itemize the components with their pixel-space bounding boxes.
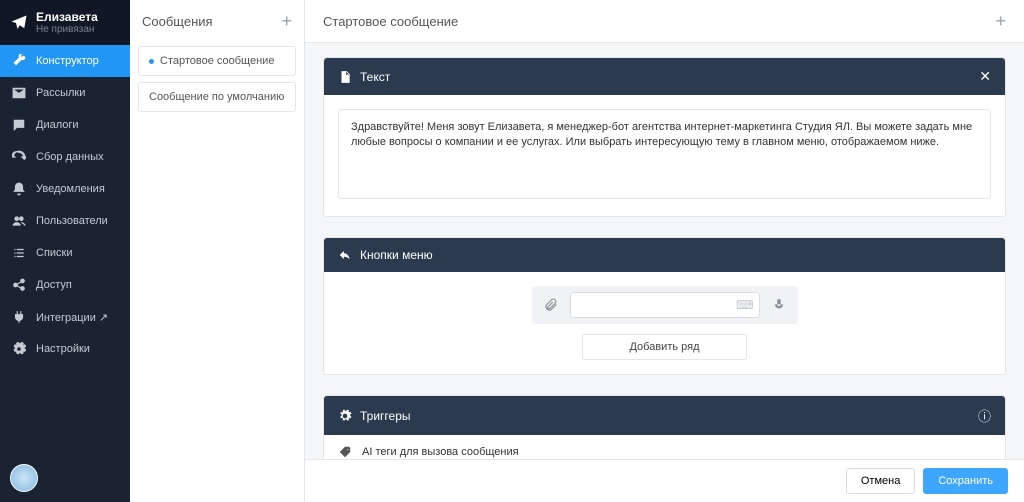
triggers-card-title: Триггеры [360, 409, 411, 423]
attachment-icon[interactable] [538, 292, 564, 318]
tag-icon [338, 445, 352, 459]
sidebar-item-users[interactable]: Пользователи [0, 205, 130, 237]
plug-icon [12, 310, 26, 324]
ai-tags-label: AI теги для вызова сообщения [362, 446, 519, 458]
sidebar-item-share[interactable]: Доступ [0, 269, 130, 301]
gear-icon [12, 342, 26, 356]
list-icon [12, 246, 26, 260]
menu-row: ⌨ [338, 286, 991, 324]
sidebar-item-label: Доступ [36, 279, 72, 291]
info-icon[interactable]: ⓘ [978, 406, 991, 425]
sidebar-item-label: Списки [36, 247, 73, 259]
gear-icon [338, 409, 352, 423]
close-icon[interactable]: ✕ [979, 68, 991, 85]
message-list-item[interactable]: Стартовое сообщение [138, 46, 296, 76]
bot-name: Елизавета [36, 10, 98, 24]
cancel-button[interactable]: Отмена [846, 468, 915, 494]
message-item-label: Стартовое сообщение [160, 55, 274, 67]
keyboard-icon: ⌨ [736, 298, 753, 312]
triggers-card-header: Триггеры ⓘ [324, 396, 1005, 435]
main: Стартовое сообщение + Текст ✕ Кнопки м [305, 0, 1024, 502]
sidebar-item-label: Пользователи [36, 215, 108, 227]
content: Текст ✕ Кнопки меню [305, 43, 1024, 502]
save-button[interactable]: Сохранить [923, 468, 1008, 494]
main-header: Стартовое сообщение + [305, 0, 1024, 43]
menu-card-title: Кнопки меню [360, 248, 433, 262]
mail-icon [12, 86, 26, 100]
sidebar-header: Елизавета Не привязан [0, 0, 130, 45]
footer: Отмена Сохранить [305, 459, 1024, 502]
message-item-label: Сообщение по умолчанию [149, 91, 284, 103]
users-icon [12, 214, 26, 228]
menu-card: Кнопки меню ⌨ [323, 237, 1006, 375]
bell-icon [12, 182, 26, 196]
sidebar-footer [0, 454, 130, 502]
sidebar-item-label: Уведомления [36, 183, 105, 195]
messages-title: Сообщения [142, 14, 213, 29]
add-message-button[interactable]: + [281, 12, 292, 30]
sidebar-item-label: Конструктор [36, 55, 99, 67]
avatar[interactable] [10, 464, 38, 492]
menu-card-header: Кнопки меню [324, 238, 1005, 272]
sidebar-item-gear[interactable]: Настройки [0, 333, 130, 365]
sidebar-item-cycle[interactable]: Сбор данных [0, 141, 130, 173]
messages-column: Сообщения + Стартовое сообщение Сообщение… [130, 0, 305, 502]
bot-status: Не привязан [36, 24, 98, 35]
sidebar: Елизавета Не привязан Конструктор Рассылк… [0, 0, 130, 502]
message-text-input[interactable] [338, 109, 991, 199]
reply-icon [338, 248, 352, 262]
sidebar-item-wrench[interactable]: Конструктор [0, 45, 130, 77]
cycle-icon [12, 150, 26, 164]
text-card-header: Текст ✕ [324, 58, 1005, 95]
text-card-title: Текст [360, 70, 390, 84]
text-card: Текст ✕ [323, 57, 1006, 217]
sidebar-item-chat[interactable]: Диалоги [0, 109, 130, 141]
message-list-item[interactable]: Сообщение по умолчанию [138, 82, 296, 112]
telegram-icon [10, 14, 28, 32]
sidebar-item-label: Сбор данных [36, 151, 104, 163]
sidebar-item-bell[interactable]: Уведомления [0, 173, 130, 205]
page-title: Стартовое сообщение [323, 14, 458, 29]
sidebar-item-mail[interactable]: Рассылки [0, 77, 130, 109]
chat-icon [12, 118, 26, 132]
sidebar-item-label: Интеграции ↗ [36, 311, 108, 324]
microphone-icon[interactable] [766, 292, 792, 318]
sidebar-item-label: Рассылки [36, 87, 85, 99]
sidebar-item-plug[interactable]: Интеграции ↗ [0, 301, 130, 333]
sidebar-item-label: Настройки [36, 343, 90, 355]
sidebar-item-label: Диалоги [36, 119, 79, 131]
add-row-button[interactable]: Добавить ряд [582, 334, 746, 360]
sidebar-item-list[interactable]: Списки [0, 237, 130, 269]
active-dot [149, 59, 154, 64]
add-block-button[interactable]: + [995, 12, 1006, 30]
document-icon [338, 70, 352, 84]
menu-button-input[interactable] [570, 292, 760, 318]
messages-header: Сообщения + [130, 0, 304, 42]
share-icon [12, 278, 26, 292]
wrench-icon [12, 54, 26, 68]
